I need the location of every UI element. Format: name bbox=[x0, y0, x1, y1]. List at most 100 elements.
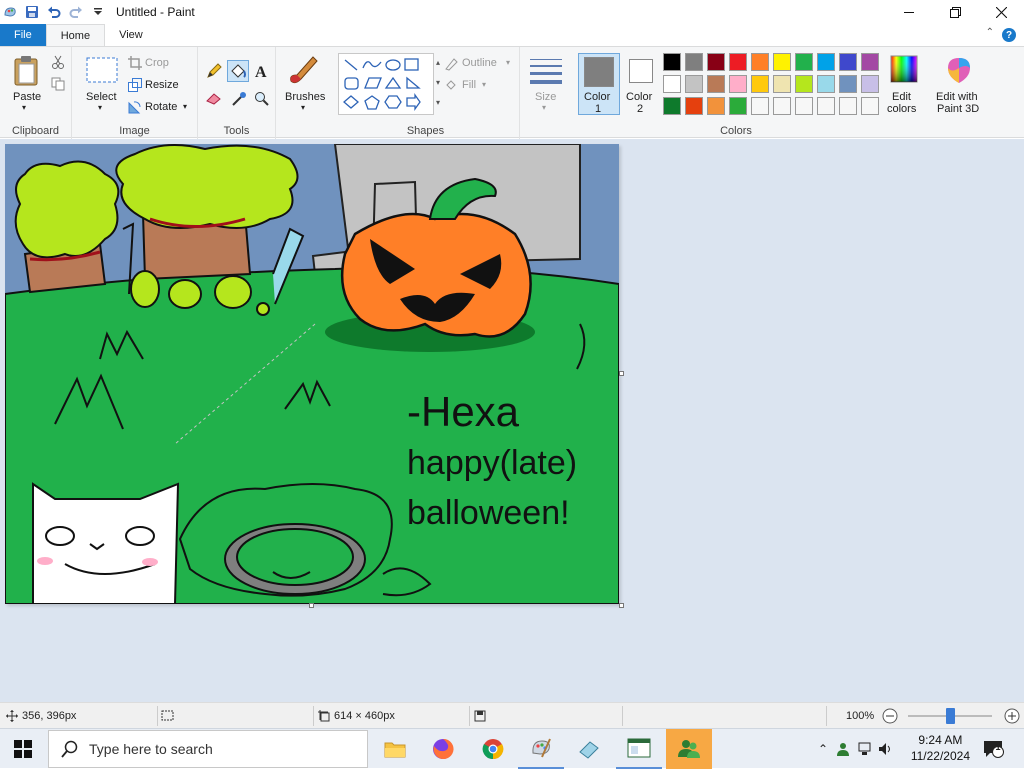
palette-swatch[interactable] bbox=[773, 75, 791, 93]
fill-bucket-icon[interactable] bbox=[227, 60, 249, 82]
palette-swatch[interactable] bbox=[839, 97, 857, 115]
resize-handle-bottom[interactable] bbox=[309, 603, 314, 608]
notifications-button[interactable]: 1 bbox=[982, 729, 1004, 769]
palette-swatch[interactable] bbox=[795, 53, 813, 71]
save-icon[interactable] bbox=[24, 4, 40, 20]
rotate-icon[interactable] bbox=[128, 100, 142, 117]
crop-button[interactable]: Crop bbox=[145, 57, 169, 69]
fill-icon[interactable] bbox=[444, 78, 458, 95]
paste-dropdown-icon[interactable]: ▾ bbox=[22, 103, 26, 112]
firefox-icon[interactable] bbox=[432, 738, 454, 760]
palette-swatch[interactable] bbox=[663, 97, 681, 115]
chrome-icon[interactable] bbox=[482, 738, 504, 760]
palette-swatch[interactable] bbox=[817, 75, 835, 93]
select-icon[interactable] bbox=[86, 57, 118, 86]
crop-icon[interactable] bbox=[128, 56, 142, 73]
text-tool-icon[interactable]: A bbox=[254, 63, 270, 82]
zoom-out-icon[interactable] bbox=[882, 708, 898, 724]
palette-swatch[interactable] bbox=[795, 97, 813, 115]
window-app-button[interactable] bbox=[616, 729, 662, 769]
palette-swatch[interactable] bbox=[817, 53, 835, 71]
start-button[interactable] bbox=[0, 729, 46, 769]
palette-swatch[interactable] bbox=[663, 75, 681, 93]
rotate-dropdown-icon[interactable]: ▾ bbox=[183, 102, 187, 111]
palette-swatch[interactable] bbox=[729, 75, 747, 93]
resize-handle-corner[interactable] bbox=[619, 603, 624, 608]
minimize-button[interactable] bbox=[886, 0, 932, 24]
palette-swatch[interactable] bbox=[729, 53, 747, 71]
palette-swatch[interactable] bbox=[861, 97, 879, 115]
folder-icon[interactable] bbox=[384, 740, 406, 758]
palette-swatch[interactable] bbox=[707, 97, 725, 115]
palette-swatch[interactable] bbox=[839, 53, 857, 71]
select-dropdown-icon[interactable]: ▾ bbox=[98, 103, 102, 112]
customize-toolbar-icon[interactable] bbox=[90, 4, 106, 20]
tab-file[interactable]: File bbox=[0, 24, 46, 46]
magnifier-icon[interactable] bbox=[254, 91, 270, 110]
outline-icon[interactable] bbox=[444, 57, 458, 74]
people-icon[interactable] bbox=[677, 738, 701, 760]
select-button[interactable]: Select bbox=[86, 91, 117, 103]
outline-button[interactable]: Outline bbox=[462, 57, 497, 69]
paint-icon[interactable] bbox=[530, 737, 552, 759]
zoom-out-button[interactable] bbox=[882, 703, 898, 729]
taskbar-search-box[interactable]: Type here to search bbox=[48, 730, 368, 768]
palette-swatch[interactable] bbox=[707, 75, 725, 93]
brushes-button[interactable]: Brushes bbox=[285, 91, 325, 103]
tray-people-icon[interactable] bbox=[836, 741, 854, 757]
canvas-area[interactable]: -Hexa happy(late) balloween! bbox=[0, 139, 1024, 702]
palette-swatch[interactable] bbox=[861, 75, 879, 93]
edit-colors-line2[interactable]: colors bbox=[887, 103, 916, 115]
palette-swatch[interactable] bbox=[773, 97, 791, 115]
file-explorer-button[interactable] bbox=[372, 729, 418, 769]
palette-swatch[interactable] bbox=[751, 53, 769, 71]
paint-taskbar-button[interactable] bbox=[518, 729, 564, 769]
size-button[interactable]: Size bbox=[535, 91, 556, 103]
brushes-dropdown-icon[interactable]: ▾ bbox=[301, 103, 305, 112]
size-dropdown-icon[interactable]: ▾ bbox=[542, 103, 546, 112]
palette-swatch[interactable] bbox=[729, 97, 747, 115]
eraser-icon[interactable] bbox=[206, 91, 222, 108]
tab-view[interactable]: View bbox=[105, 24, 157, 46]
close-button[interactable] bbox=[978, 0, 1024, 24]
palette-swatch[interactable] bbox=[839, 75, 857, 93]
paint3d-line2[interactable]: Paint 3D bbox=[937, 103, 979, 115]
eraser-app-icon[interactable] bbox=[578, 738, 600, 760]
palette-swatch[interactable] bbox=[685, 97, 703, 115]
resize-icon[interactable] bbox=[128, 78, 142, 95]
color-picker-icon[interactable] bbox=[231, 91, 247, 110]
palette-swatch[interactable] bbox=[817, 97, 835, 115]
color2-selector[interactable] bbox=[624, 53, 664, 115]
outline-dropdown-icon[interactable]: ▾ bbox=[506, 58, 510, 67]
cut-icon[interactable] bbox=[51, 55, 65, 72]
show-hidden-icons-icon[interactable]: ⌃ bbox=[814, 742, 832, 756]
paste-icon[interactable] bbox=[12, 55, 40, 90]
palette-swatch[interactable] bbox=[751, 97, 769, 115]
palette-swatch[interactable] bbox=[707, 53, 725, 71]
chrome-button[interactable] bbox=[470, 729, 516, 769]
paint3d-line1[interactable]: Edit with bbox=[936, 91, 978, 103]
network-icon[interactable] bbox=[858, 742, 874, 756]
brushes-icon[interactable] bbox=[287, 55, 321, 90]
clock[interactable]: 9:24 AM 11/22/2024 bbox=[911, 732, 970, 764]
resize-button[interactable]: Resize bbox=[145, 79, 179, 91]
help-icon[interactable]: ? bbox=[1002, 28, 1016, 42]
paint-3d-icon[interactable] bbox=[944, 55, 974, 88]
volume-icon[interactable] bbox=[878, 742, 894, 756]
undo-icon[interactable] bbox=[46, 4, 62, 20]
palette-swatch[interactable] bbox=[861, 53, 879, 71]
collapse-ribbon-icon[interactable]: ⌃ bbox=[986, 27, 994, 38]
tab-home[interactable]: Home bbox=[45, 24, 106, 46]
maximize-button[interactable] bbox=[932, 0, 978, 24]
palette-swatch[interactable] bbox=[663, 53, 681, 71]
paste-button[interactable]: Paste bbox=[13, 91, 41, 103]
fill-dropdown-icon[interactable]: ▾ bbox=[482, 80, 486, 89]
zoom-in-icon[interactable] bbox=[1004, 708, 1020, 724]
resize-handle-right[interactable] bbox=[619, 371, 624, 376]
copy-icon[interactable] bbox=[51, 77, 65, 94]
paint-app-icon[interactable] bbox=[2, 4, 18, 20]
drawing-canvas[interactable]: -Hexa happy(late) balloween! bbox=[5, 144, 619, 604]
palette-swatch[interactable] bbox=[751, 75, 769, 93]
palette-swatch[interactable] bbox=[795, 75, 813, 93]
firefox-button[interactable] bbox=[420, 729, 466, 769]
